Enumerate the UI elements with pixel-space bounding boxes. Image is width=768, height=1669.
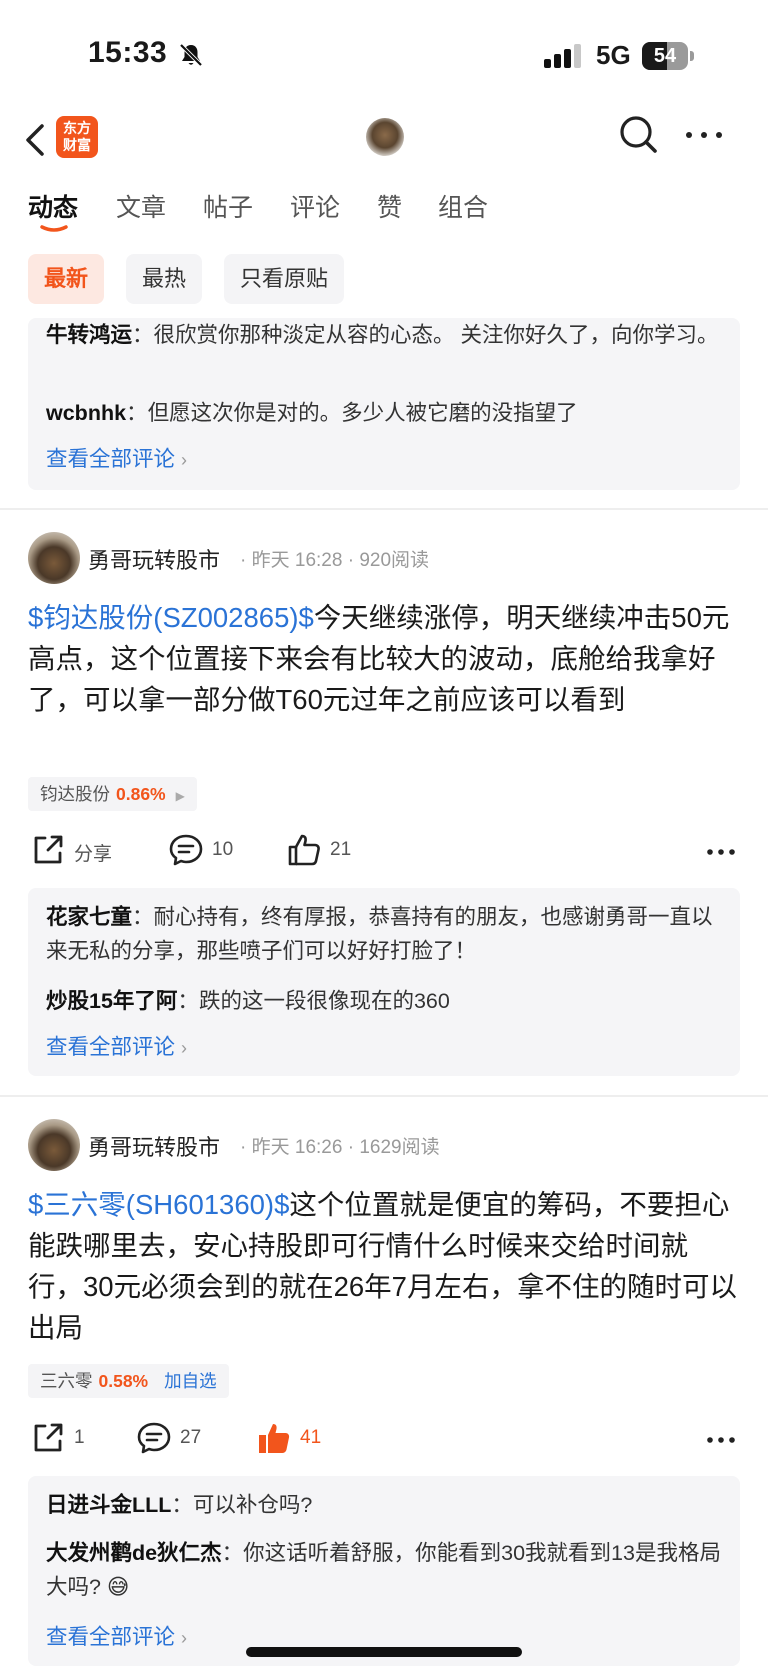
post-content: $三六零(SH601360)$这个位置就是便宜的筹码，不要担心能跌哪里去，安心持… [28, 1189, 737, 1343]
post-content: $钧达股份(SZ002865)$今天继续涨停，明天继续冲击50元高点，这个位置接… [28, 602, 730, 715]
profile-tabs: 动态 文章 帖子 评论 赞 组合 [0, 180, 768, 236]
chevron-right-icon: › [181, 450, 188, 470]
comment-author[interactable]: wcbnhk [46, 401, 126, 425]
tab-posts[interactable]: 帖子 [203, 188, 253, 224]
active-tab-indicator [40, 225, 68, 232]
comment-author[interactable]: 花家七童 [46, 905, 132, 929]
thumbs-up-icon [288, 834, 320, 866]
bell-slash-icon [179, 43, 203, 67]
filter-original-only[interactable]: 只看原贴 [224, 254, 345, 304]
comment-text: 跌的这一段很像现在的360 [198, 989, 450, 1013]
comment-author[interactable]: 大发州鹳de狄仁杰 [46, 1541, 222, 1565]
battery-icon: 54 [642, 42, 694, 70]
comment-item: 牛转鸿运：很欣赏你那种淡定从容的心态。 关注你好久了，向你学习。 [46, 323, 719, 347]
share-button[interactable]: 1 [30, 1420, 120, 1460]
view-all-comments-link[interactable]: 查看全部评论 › [46, 442, 187, 473]
tab-portfolio[interactable]: 组合 [438, 188, 488, 224]
comment-text: 但愿这次你是对的。多少人被它磨的没指望了 [147, 401, 578, 425]
stock-quote-chip[interactable]: 三六零 0.58% 加自选 [28, 1364, 229, 1398]
comment-item: 炒股15年了阿：跌的这一段很像现在的360 [46, 989, 450, 1013]
post-more-icon[interactable] [706, 1436, 736, 1444]
profile-avatar[interactable] [366, 118, 404, 156]
share-icon [34, 835, 63, 864]
comment-author[interactable]: 牛转鸿运 [46, 323, 132, 347]
home-indicator [246, 1647, 522, 1657]
stock-link[interactable]: $三六零(SH601360)$ [28, 1189, 289, 1220]
tab-comments[interactable]: 评论 [290, 188, 340, 224]
play-arrow-icon: ▶ [175, 789, 185, 803]
comment-preview-box: 花家七童：耐心持有，终有厚报，恭喜持有的朋友，也感谢勇哥一直以来无私的分享，那些… [28, 888, 740, 1076]
share-icon [34, 1423, 63, 1452]
cellular-signal-icon [544, 44, 581, 68]
comment-author[interactable]: 日进斗金LLL [46, 1493, 171, 1517]
tab-articles[interactable]: 文章 [116, 188, 166, 224]
comment-preview-box: 牛转鸿运：很欣赏你那种淡定从容的心态。 关注你好久了，向你学习。 wcbnhk：… [28, 318, 740, 490]
view-all-comments-link[interactable]: 查看全部评论 › [46, 1620, 187, 1651]
comment-button[interactable]: 27 [136, 1420, 236, 1460]
like-button[interactable]: 21 [286, 832, 386, 872]
like-button[interactable]: 41 [256, 1420, 356, 1460]
post-meta: · 昨天 16:26 · 1629阅读 [240, 1137, 440, 1158]
stock-quote-chip[interactable]: 钧达股份 0.86% ▶ [28, 777, 197, 811]
comment-item: 日进斗金LLL：可以补仓吗? [46, 1493, 313, 1517]
comment-author[interactable]: 炒股15年了阿 [46, 989, 177, 1013]
comment-text: 耐心持有，终有厚报，恭喜持有的朋友，也感谢勇哥一直以来无私的分享，那些喷子们可以… [46, 905, 713, 963]
thumbs-up-filled-icon [259, 1424, 290, 1453]
search-icon[interactable] [618, 114, 660, 156]
comment-text: 可以补仓吗? [192, 1493, 313, 1517]
filter-hottest[interactable]: 最热 [126, 254, 203, 304]
divider [0, 1095, 768, 1097]
status-bar: 15:33 5G 54 [0, 0, 768, 108]
author-avatar[interactable] [28, 1119, 80, 1171]
network-type: 5G [596, 40, 631, 70]
grin-sweat-emoji: 😅 [106, 1575, 130, 1599]
comment-text: 很欣赏你那种淡定从容的心态。 关注你好久了，向你学习。 [153, 323, 719, 347]
battery-level: 54 [653, 45, 677, 67]
comment-bubble-icon [169, 834, 203, 866]
tab-likes[interactable]: 赞 [377, 188, 402, 224]
share-button[interactable]: 分享 [30, 832, 140, 872]
stock-link[interactable]: $钧达股份(SZ002865)$ [28, 602, 314, 633]
post-meta: · 昨天 16:28 · 920阅读 [240, 550, 430, 571]
chevron-right-icon: › [181, 1628, 188, 1648]
post-more-icon[interactable] [706, 848, 736, 856]
status-time: 15:33 [88, 36, 168, 69]
back-arrow-icon[interactable] [22, 120, 50, 160]
comment-item: 花家七童：耐心持有，终有厚报，恭喜持有的朋友，也感谢勇哥一直以来无私的分享，那些… [46, 905, 713, 963]
view-all-comments-link[interactable]: 查看全部评论 › [46, 1030, 187, 1061]
top-navigation-bar: 东方 财富 [0, 108, 768, 172]
post-author-name[interactable]: 勇哥玩转股市 [88, 543, 220, 575]
eastmoney-logo: 东方 财富 [56, 116, 98, 158]
comment-bubble-icon [137, 1422, 171, 1454]
comment-button[interactable]: 10 [168, 832, 268, 872]
comment-item: 大发州鹳de狄仁杰：你这话听着舒服，你能看到30我就看到13是我格局大吗? 😅 [46, 1541, 721, 1599]
add-to-watchlist-button[interactable]: 加自选 [164, 1371, 217, 1391]
filter-latest[interactable]: 最新 [28, 254, 105, 304]
post-author-name[interactable]: 勇哥玩转股市 [88, 1130, 220, 1162]
tab-dynamic[interactable]: 动态 [28, 188, 78, 224]
comment-preview-box: 日进斗金LLL：可以补仓吗? 大发州鹳de狄仁杰：你这话听着舒服，你能看到30我… [28, 1476, 740, 1666]
divider [0, 508, 768, 510]
comment-item: wcbnhk：但愿这次你是对的。多少人被它磨的没指望了 [46, 401, 578, 425]
author-avatar[interactable] [28, 532, 80, 584]
chevron-right-icon: › [181, 1038, 188, 1058]
more-options-icon[interactable] [684, 128, 724, 142]
